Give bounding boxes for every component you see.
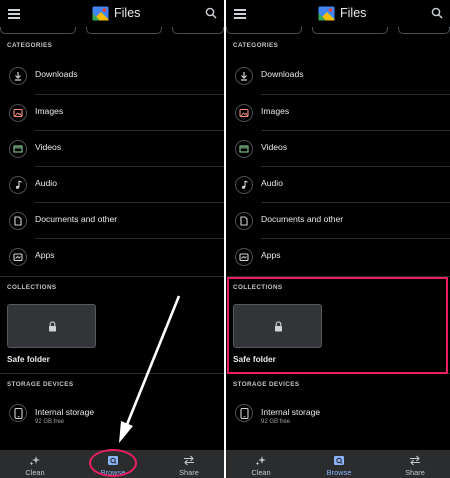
category-label: Apps [35,250,55,260]
tab-chip-stub[interactable] [86,27,162,34]
nav-label: Clean [25,468,45,477]
category-label: Videos [261,142,288,152]
safe-folder-label: Safe folder [7,354,50,364]
screen-right: Files CATEGORIES Downloads Images Videos… [226,0,450,478]
section-header-categories: CATEGORIES [7,42,53,49]
music-note-icon [9,176,27,194]
search-icon[interactable] [431,7,443,19]
app-title: Files [114,6,141,20]
category-row-downloads[interactable]: Downloads [0,58,224,93]
tab-chip-stub[interactable] [312,27,388,34]
category-label: Images [35,106,64,116]
sparkle-icon [255,456,266,466]
storage-free-space: 92 GB free [261,419,291,425]
nav-label: Clean [251,468,271,477]
app-title: Files [340,6,367,20]
image-icon [235,104,253,122]
app-bar: Files [0,0,224,28]
nav-share[interactable]: Share [159,450,219,478]
apps-icon [235,248,253,266]
category-label: Images [261,106,290,116]
share-swap-icon [410,455,420,466]
document-icon [9,212,27,230]
apps-icon [9,248,27,266]
category-label: Apps [261,250,281,260]
files-logo-icon [92,6,109,21]
category-label: Videos [35,142,62,152]
lock-icon [49,321,56,332]
category-label: Downloads [35,69,78,79]
tab-chip-stub[interactable] [0,27,76,34]
nav-clean[interactable]: Clean [231,450,291,478]
menu-icon[interactable] [8,9,20,19]
highlight-ellipse [89,449,137,477]
files-logo-icon [318,6,335,21]
storage-free-space: 92 GB free [35,419,65,425]
document-icon [235,212,253,230]
share-swap-icon [184,455,194,466]
nav-clean[interactable]: Clean [5,450,65,478]
image-icon [9,104,27,122]
tab-chip-stub[interactable] [226,27,302,34]
category-label: Downloads [261,69,304,79]
category-label: Audio [261,178,283,188]
menu-icon[interactable] [234,9,246,19]
section-header-collections: COLLECTIONS [7,284,57,291]
category-label: Audio [35,178,57,188]
sparkle-icon [29,456,40,466]
section-divider [0,276,224,277]
category-row-documents[interactable]: Documents and other [226,203,450,238]
tab-chip-stub[interactable] [172,27,224,34]
category-row-audio[interactable]: Audio [226,167,450,202]
nav-label: Share [179,468,199,477]
section-header-categories: CATEGORIES [233,42,279,49]
category-row-images[interactable]: Images [226,95,450,130]
category-row-audio[interactable]: Audio [0,167,224,202]
download-icon [9,67,27,85]
nav-label: Browse [326,468,352,477]
storage-name[interactable]: Internal storage [261,407,320,417]
music-note-icon [235,176,253,194]
category-row-videos[interactable]: Videos [0,131,224,166]
screen-left: Files CATEGORIES Downloads Images Videos… [0,0,224,478]
video-icon [235,140,253,158]
download-icon [235,67,253,85]
nav-share[interactable]: Share [385,450,445,478]
phone-icon [9,404,27,422]
nav-browse[interactable]: Browse [309,450,369,478]
phone-icon [235,404,253,422]
category-label: Documents and other [35,214,118,224]
storage-name[interactable]: Internal storage [35,407,94,417]
browse-icon [334,456,344,465]
video-icon [9,140,27,158]
category-label: Documents and other [261,214,344,224]
section-header-storage: STORAGE DEVICES [233,381,300,388]
section-header-storage: STORAGE DEVICES [7,381,74,388]
tab-chip-stub[interactable] [398,27,450,34]
app-bar: Files [226,0,450,28]
category-row-images[interactable]: Images [0,95,224,130]
category-row-videos[interactable]: Videos [226,131,450,166]
category-row-apps[interactable]: Apps [0,239,224,274]
search-icon[interactable] [205,7,217,19]
category-row-documents[interactable]: Documents and other [0,203,224,238]
nav-label: Share [405,468,425,477]
bottom-navigation: Clean Browse Share [226,450,450,478]
category-row-downloads[interactable]: Downloads [226,58,450,93]
category-row-apps[interactable]: Apps [226,239,450,274]
highlight-box-collections [227,277,448,374]
section-divider [0,373,224,374]
safe-folder-card[interactable] [7,304,96,348]
